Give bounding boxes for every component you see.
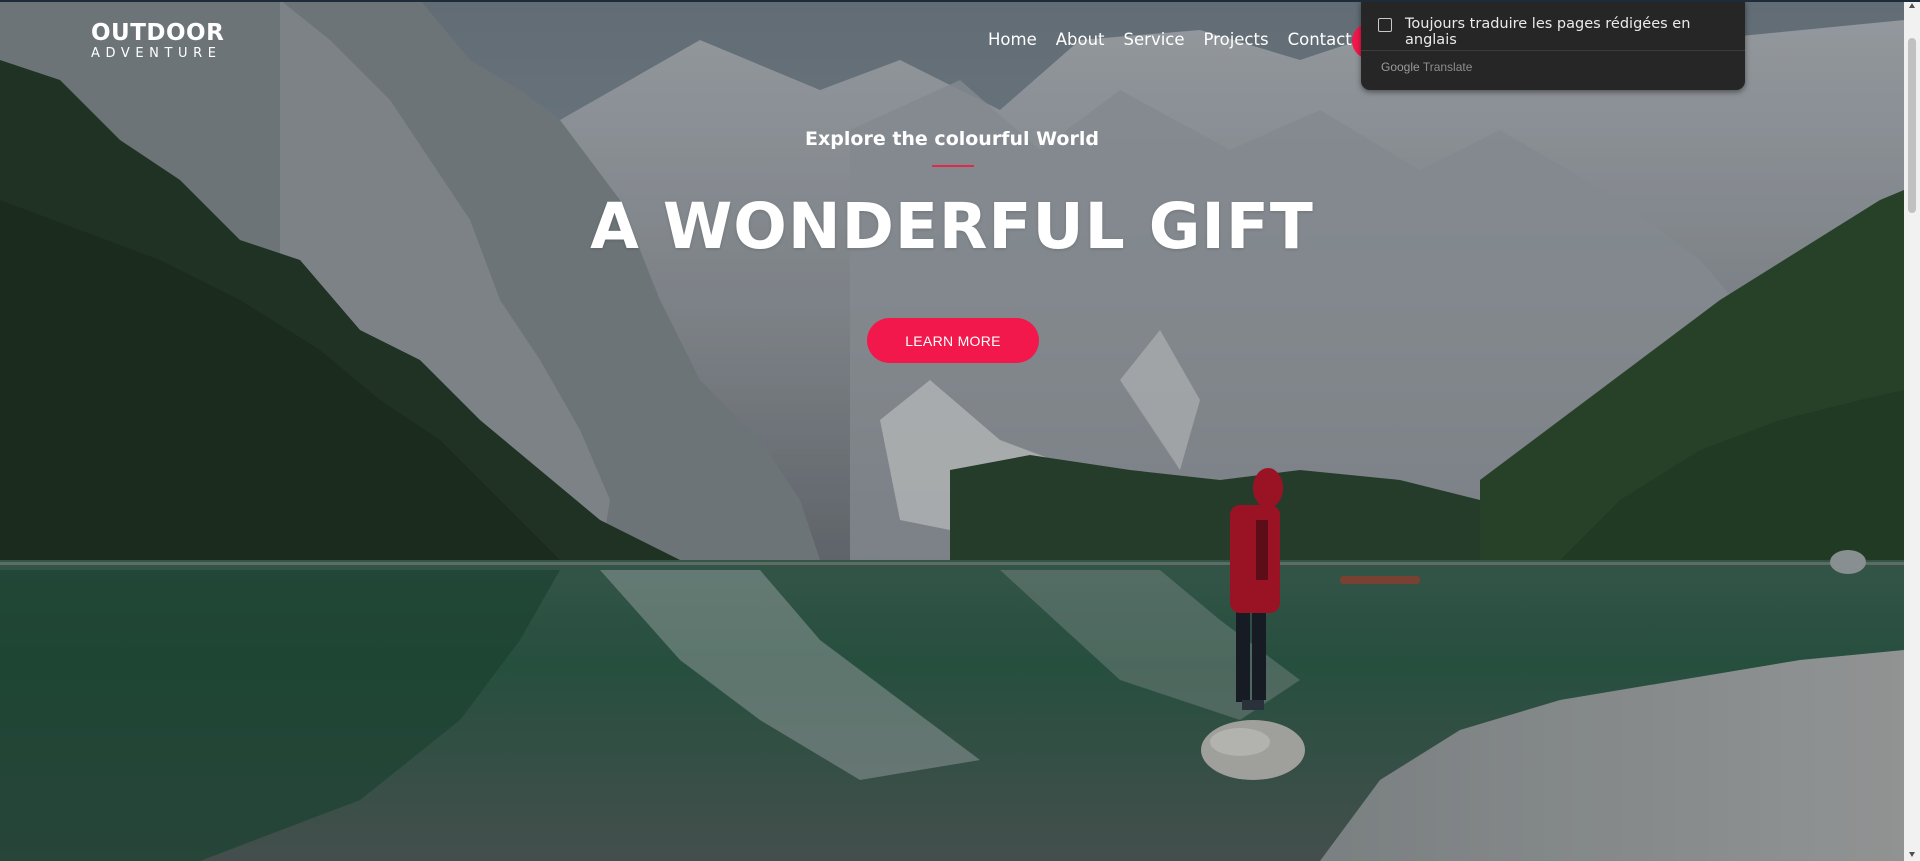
translate-divider	[1361, 50, 1745, 51]
nav-item-about[interactable]: About	[1056, 30, 1105, 49]
site-logo[interactable]: OUTDOOR ADVENTURE	[91, 20, 224, 61]
learn-more-button[interactable]: LEARN MORE	[867, 318, 1039, 363]
nav-item-service[interactable]: Service	[1124, 30, 1185, 49]
logo-title: OUTDOOR	[91, 20, 225, 46]
main-navigation: Home About Service Projects Contact	[988, 30, 1352, 49]
translate-popup: Toujours traduire les pages rédigées en …	[1361, 0, 1745, 90]
nav-item-home[interactable]: Home	[988, 30, 1037, 49]
google-brand-text: Google	[1381, 60, 1420, 74]
window-top-edge	[0, 0, 1920, 2]
arrow-down-icon[interactable]	[1909, 852, 1915, 857]
translate-product-text: Translate	[1422, 60, 1473, 74]
google-translate-brand: Google Translate	[1381, 60, 1472, 74]
always-translate-label[interactable]: Toujours traduire les pages rédigées en …	[1405, 16, 1745, 48]
eyebrow-divider	[932, 165, 974, 167]
nav-item-contact[interactable]: Contact	[1288, 30, 1352, 49]
nav-item-projects[interactable]: Projects	[1204, 30, 1269, 49]
scrollbar-thumb[interactable]	[1908, 38, 1916, 213]
hero-headline: A WONDERFUL GIFT	[590, 190, 1314, 263]
hero-eyebrow: Explore the colourful World	[805, 128, 1099, 150]
arrow-up-icon[interactable]	[1909, 3, 1915, 8]
checkbox-icon[interactable]	[1378, 18, 1392, 32]
logo-subtitle: ADVENTURE	[91, 46, 222, 61]
